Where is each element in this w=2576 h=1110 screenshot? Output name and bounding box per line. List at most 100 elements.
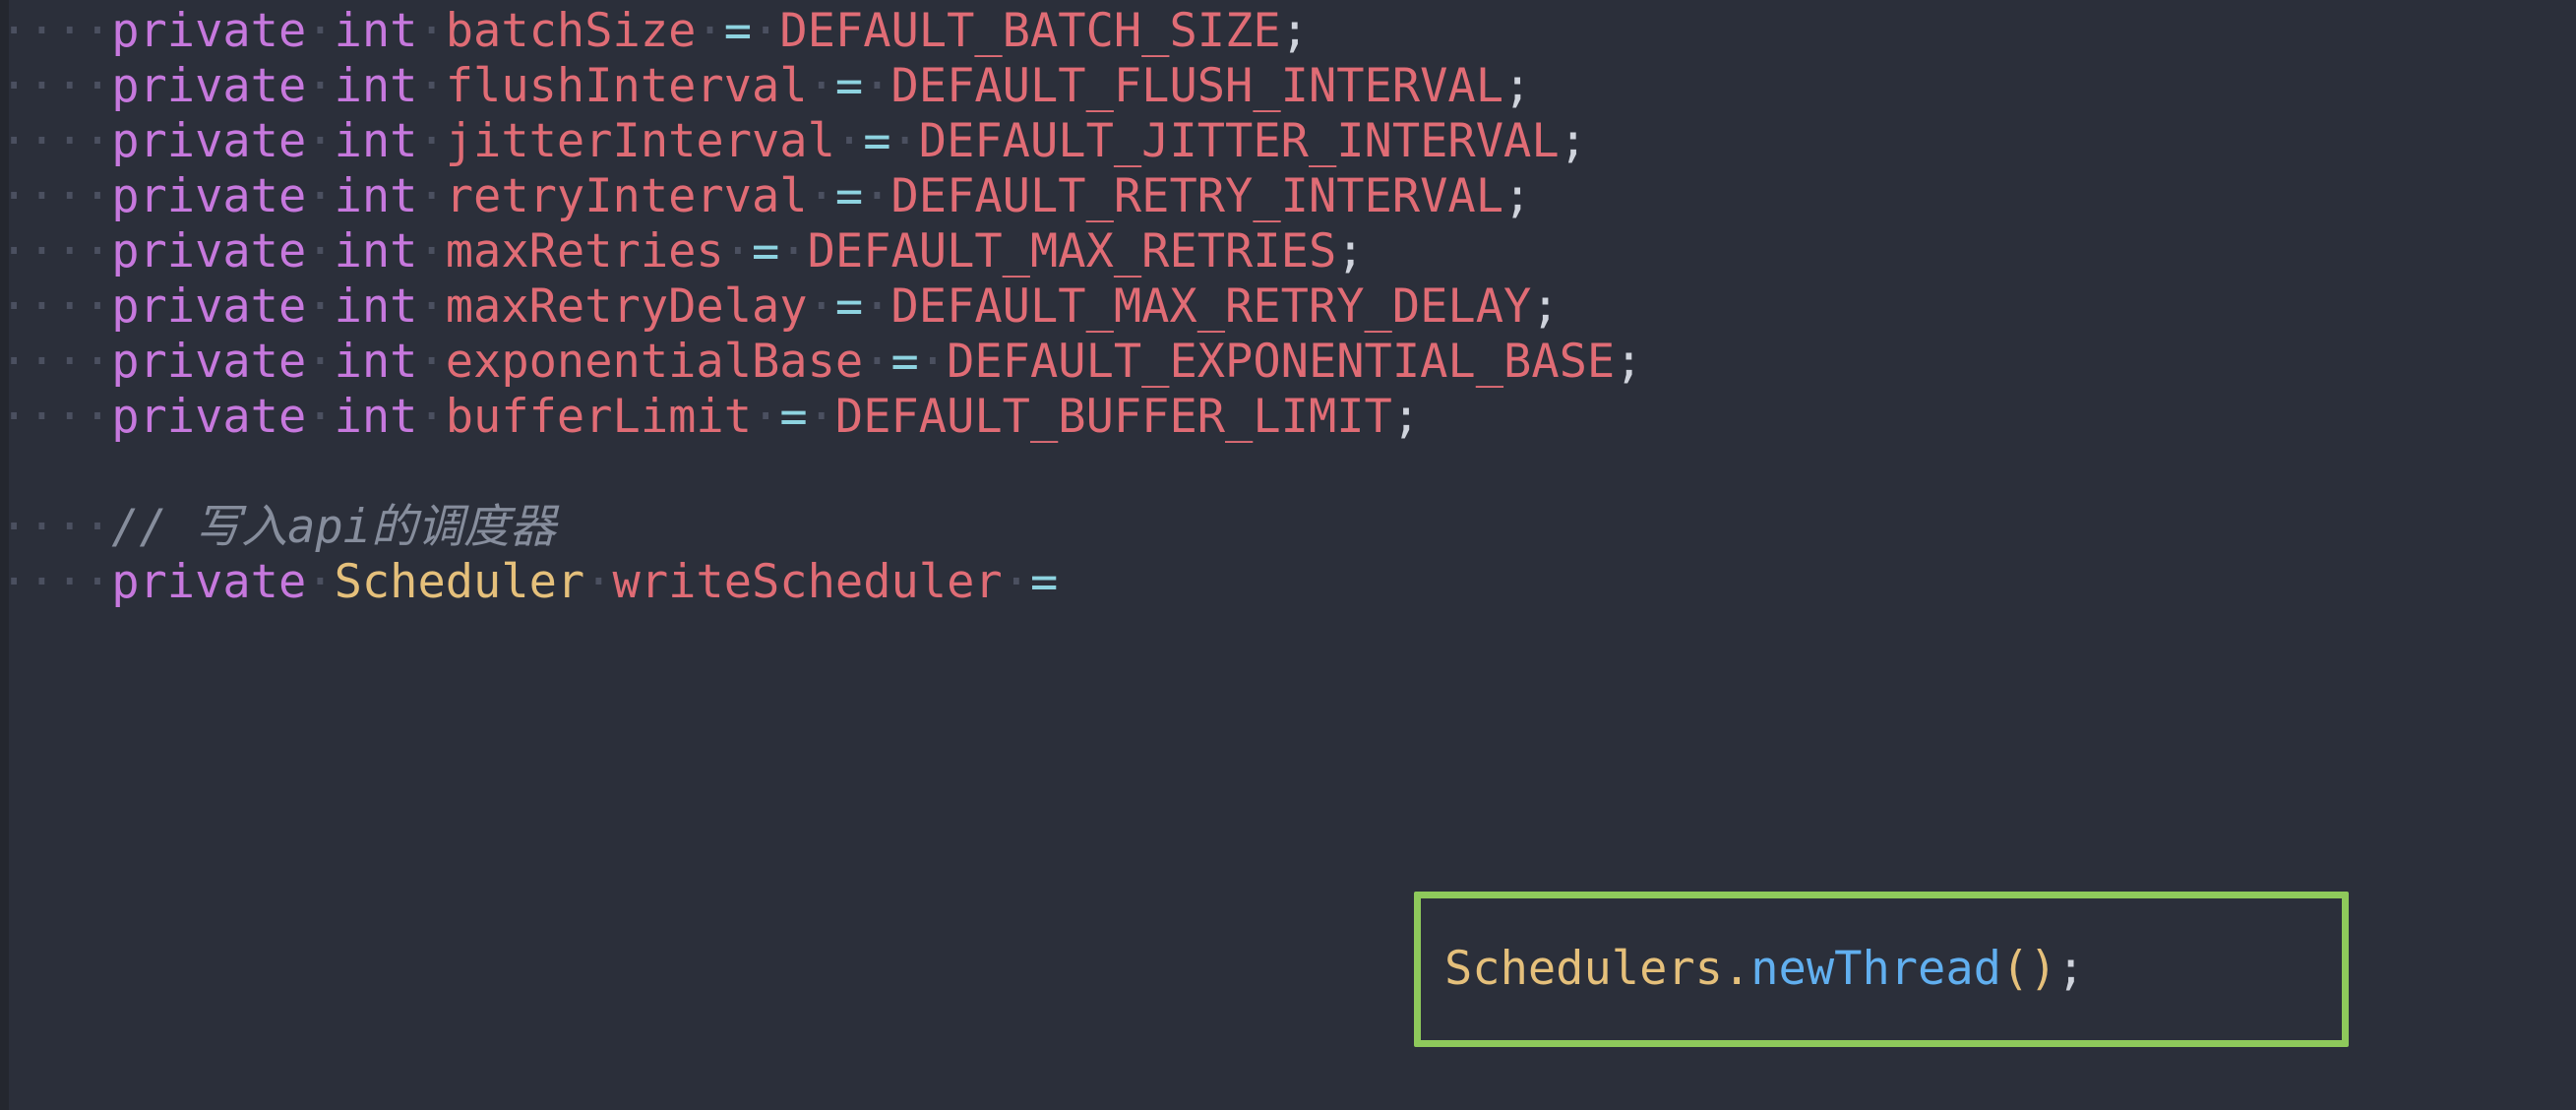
space-dot: · [417, 279, 446, 334]
space-dot: · [417, 335, 446, 389]
statement-terminator: ; [1503, 59, 1532, 113]
statement-terminator: ; [1615, 335, 1643, 389]
statement-terminator: ; [1391, 390, 1421, 444]
space-dot: · [890, 114, 919, 168]
space-dot: · [417, 114, 446, 168]
indent-dots: ···· [0, 500, 112, 554]
statement-terminator: ; [1531, 279, 1560, 334]
space-dot: · [723, 224, 753, 278]
space-dot: · [834, 114, 864, 168]
assign-operator: = [863, 114, 891, 168]
space-dot: · [417, 224, 446, 278]
keyword-type-int: int [334, 335, 418, 389]
space-dot: · [807, 169, 835, 223]
code-line[interactable]: ····private·int·retryInterval·=·DEFAULT_… [0, 169, 1531, 224]
indent-dots: ···· [0, 279, 112, 334]
constant-name: DEFAULT_EXPONENTIAL_BASE [947, 335, 1616, 389]
type-name-scheduler: Scheduler [334, 555, 585, 609]
class-name-schedulers: Schedulers [1444, 942, 1723, 996]
space-dot: · [807, 390, 835, 444]
assign-operator: = [1029, 555, 1059, 609]
space-dot: · [306, 114, 335, 168]
assign-operator: = [834, 279, 864, 334]
indent-dots: ···· [0, 169, 112, 223]
space-dot: · [918, 335, 948, 389]
constant-name: DEFAULT_MAX_RETRIES [807, 224, 1337, 278]
highlighted-expression[interactable]: Schedulers.newThread(); [1444, 925, 2085, 1014]
field-name-write-scheduler: writeScheduler [612, 555, 1003, 609]
space-dot: · [779, 224, 808, 278]
space-dot: · [306, 390, 335, 444]
field-name: exponentialBase [445, 335, 864, 389]
indent-dots: ···· [0, 555, 112, 609]
field-name: batchSize [445, 4, 697, 58]
space-dot: · [306, 555, 335, 609]
code-line[interactable]: ····private·int·maxRetries·=·DEFAULT_MAX… [0, 224, 1365, 279]
constant-name: DEFAULT_BUFFER_LIMIT [834, 390, 1392, 444]
method-name-new-thread: newThread [1750, 942, 2001, 996]
space-dot: · [306, 224, 335, 278]
keyword-private: private [111, 555, 307, 609]
indent-dots: ···· [0, 59, 112, 113]
space-dot: · [863, 169, 891, 223]
indent-dots: ···· [0, 335, 112, 389]
code-line[interactable]: ····private·int·exponentialBase·=·DEFAUL… [0, 335, 1643, 390]
indent-dots: ···· [0, 224, 112, 278]
space-dot: · [417, 59, 446, 113]
space-dot: · [417, 4, 446, 58]
keyword-private: private [111, 335, 307, 389]
statement-terminator: ; [1503, 169, 1532, 223]
comment-code-line[interactable]: ····// 写入api的调度器 [0, 500, 556, 555]
space-dot: · [696, 4, 724, 58]
space-dot: · [863, 59, 891, 113]
code-line[interactable]: ····private·int·bufferLimit·=·DEFAULT_BU… [0, 390, 1420, 445]
space-dot: · [863, 335, 891, 389]
space-dot: · [807, 59, 835, 113]
space-dot: · [306, 335, 335, 389]
space-dot: · [584, 555, 613, 609]
declaration-code-line[interactable]: ····private·Scheduler·writeScheduler·= [0, 555, 1058, 610]
constant-name: DEFAULT_BATCH_SIZE [779, 4, 1281, 58]
assign-operator: = [752, 224, 780, 278]
keyword-type-int: int [334, 279, 418, 334]
constant-name: DEFAULT_MAX_RETRY_DELAY [890, 279, 1532, 334]
field-name: maxRetries [445, 224, 724, 278]
constant-name: DEFAULT_JITTER_INTERVAL [918, 114, 1560, 168]
call-parentheses: () [2000, 942, 2057, 996]
space-dot: · [1002, 555, 1030, 609]
code-line[interactable]: ····private·int·flushInterval·=·DEFAULT_… [0, 59, 1531, 114]
space-dot: · [417, 169, 446, 223]
keyword-type-int: int [334, 114, 418, 168]
code-line[interactable]: ····private·int·jitterInterval·=·DEFAULT… [0, 114, 1587, 169]
statement-terminator: ; [1559, 114, 1587, 168]
code-editor-pane[interactable]: ····private·int·batchSize·=·DEFAULT_BATC… [0, 0, 2576, 1110]
code-line[interactable]: ····private·int·maxRetryDelay·=·DEFAULT_… [0, 279, 1560, 335]
keyword-private: private [111, 4, 307, 58]
keyword-type-int: int [334, 390, 418, 444]
field-name: bufferLimit [445, 390, 753, 444]
statement-terminator: ; [2056, 942, 2085, 996]
keyword-private: private [111, 114, 307, 168]
field-name: retryInterval [445, 169, 808, 223]
constant-name: DEFAULT_FLUSH_INTERVAL [890, 59, 1504, 113]
keyword-type-int: int [334, 59, 418, 113]
indent-dots: ···· [0, 4, 112, 58]
keyword-type-int: int [334, 224, 418, 278]
space-dot: · [752, 4, 780, 58]
assign-operator: = [890, 335, 919, 389]
code-line[interactable]: ····private·int·batchSize·=·DEFAULT_BATC… [0, 4, 1309, 59]
space-dot: · [807, 279, 835, 334]
space-dot: · [752, 390, 780, 444]
keyword-type-int: int [334, 169, 418, 223]
field-name: flushInterval [445, 59, 808, 113]
field-name: maxRetryDelay [445, 279, 808, 334]
space-dot: · [306, 169, 335, 223]
assign-operator: = [834, 169, 864, 223]
assign-operator: = [779, 390, 808, 444]
member-access-dot: . [1722, 942, 1751, 996]
keyword-type-int: int [334, 4, 418, 58]
assign-operator: = [834, 59, 864, 113]
keyword-private: private [111, 390, 307, 444]
field-name: jitterInterval [445, 114, 835, 168]
space-dot: · [417, 390, 446, 444]
